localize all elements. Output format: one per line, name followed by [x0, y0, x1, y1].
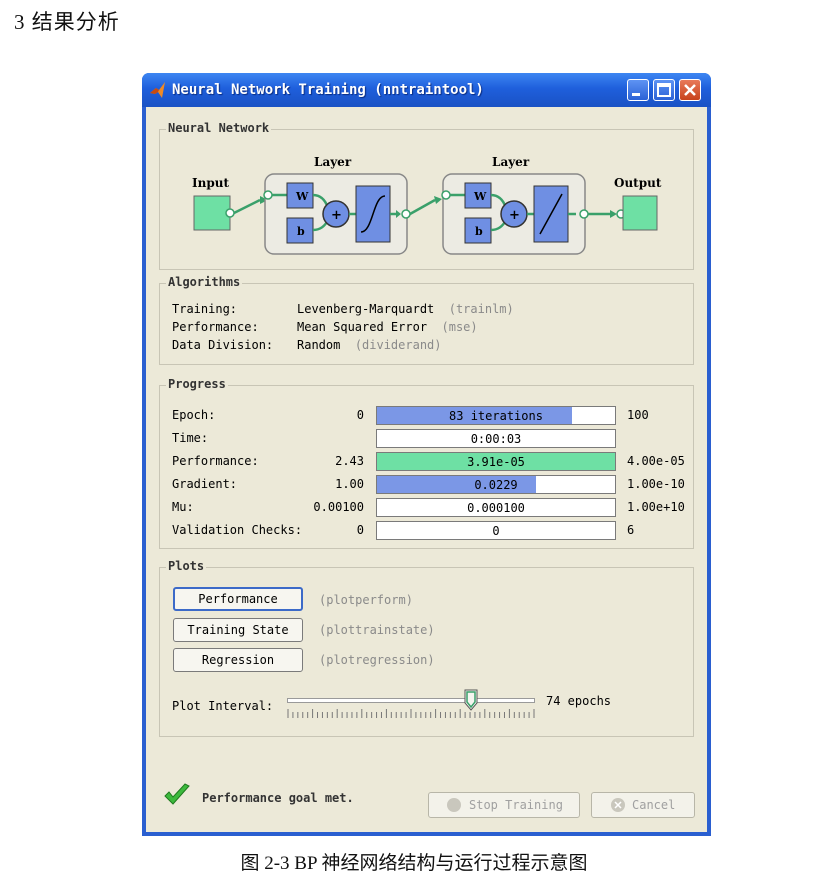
- progress-label: Validation Checks:: [172, 523, 303, 537]
- output-label: Output: [614, 176, 662, 190]
- layer1-label: Layer: [314, 155, 352, 169]
- layer1-output-port: [401, 209, 411, 219]
- progress-start-value: 0.00100: [313, 500, 364, 514]
- progress-bar: 0.000100: [376, 498, 616, 517]
- progress-bar: 0.0229: [376, 475, 616, 494]
- progress-bar-text: 83 iterations: [449, 409, 543, 423]
- minimize-icon: [632, 93, 640, 96]
- algorithm-label: Performance:: [172, 320, 259, 334]
- plot-regression-button[interactable]: Regression: [173, 648, 303, 672]
- document-heading: 3 结果分析: [14, 10, 120, 34]
- layer2-sum-label: +: [509, 208, 520, 223]
- maximize-icon: [657, 83, 671, 97]
- algorithm-label: Training:: [172, 302, 238, 316]
- cancel-button[interactable]: Cancel: [591, 792, 695, 818]
- cancel-icon: [611, 798, 625, 812]
- layer2-input-port: [441, 190, 451, 200]
- progress-group: Progress Epoch: 0 83 iterations 100 Time: 0:0…: [159, 377, 694, 549]
- progress-label: Time:: [172, 431, 209, 445]
- layer1-weight-label: W: [295, 190, 309, 203]
- plot-interval-value: 74 epochs: [546, 694, 612, 708]
- slider-track: [287, 698, 535, 703]
- plot-performance-fn: (plotperform): [319, 593, 413, 607]
- checkmark-icon: [164, 783, 190, 805]
- progress-start-value: 1.00: [335, 477, 364, 491]
- algorithm-value: Levenberg-Marquardt (trainlm): [297, 302, 514, 316]
- figure-caption: 图 2-3 BP 神经网络结构与运行过程示意图: [240, 853, 588, 874]
- window-client-area: Neural Network Input Layer W b + Layer W…: [146, 107, 707, 832]
- layer1-sum-label: +: [331, 208, 342, 223]
- plot-regression-fn: (plotregression): [319, 653, 435, 667]
- layer2-label: Layer: [492, 155, 530, 169]
- progress-end-value: 4.00e-05: [627, 454, 685, 468]
- plots-group: Plots Performance (plotperform) Training…: [159, 559, 694, 737]
- input-port: [225, 208, 235, 218]
- stop-training-button[interactable]: Stop Training: [428, 792, 580, 818]
- plot-training-state-button[interactable]: Training State: [173, 618, 303, 642]
- cancel-label: Cancel: [632, 798, 676, 812]
- progress-start-value: 2.43: [335, 454, 364, 468]
- progress-bar-text: 0.000100: [467, 501, 525, 515]
- algorithm-value: Mean Squared Error (mse): [297, 320, 478, 334]
- progress-start-value: 0: [356, 523, 364, 537]
- progress-label: Mu:: [172, 500, 194, 514]
- progress-bar-text: 0:00:03: [470, 432, 522, 446]
- stop-icon: [447, 798, 461, 812]
- algorithms-group-title: Algorithms: [166, 275, 243, 289]
- plots-group-title: Plots: [166, 559, 207, 573]
- progress-end-value: 6: [627, 523, 635, 537]
- algorithm-label: Data Division:: [172, 338, 274, 352]
- plot-performance-button[interactable]: Performance: [173, 587, 303, 611]
- stop-training-label: Stop Training: [469, 798, 563, 812]
- status-message: Performance goal met.: [202, 791, 354, 805]
- nntraintool-window: Neural Network Training (nntraintool) Ne…: [142, 73, 711, 836]
- plot-interval-label: Plot Interval:: [172, 699, 274, 713]
- window-title: Neural Network Training (nntraintool): [172, 82, 484, 98]
- output-block: [622, 195, 658, 231]
- progress-label: Gradient:: [172, 477, 238, 491]
- input-label: Input: [192, 176, 229, 190]
- layer2-weight-label: W: [473, 190, 487, 203]
- neural-network-group: Neural Network Input Layer W b + Layer W…: [159, 121, 694, 270]
- progress-group-title: Progress: [166, 377, 228, 391]
- network-diagram: Input Layer W b + Layer W b + Output: [192, 155, 662, 255]
- close-button[interactable]: [679, 79, 701, 101]
- algorithms-group: Algorithms Training: Levenberg-Marquardt…: [159, 275, 694, 365]
- plot-training-state-fn: (plottrainstate): [319, 623, 435, 637]
- layer1-input-port: [263, 190, 273, 200]
- plot-interval-slider[interactable]: [287, 688, 535, 722]
- title-bar[interactable]: Neural Network Training (nntraintool): [142, 73, 711, 107]
- minimize-button[interactable]: [627, 79, 649, 101]
- close-icon: [684, 84, 696, 96]
- progress-bar-text: 3.91e-05: [467, 455, 525, 469]
- progress-bar: 3.91e-05: [376, 452, 616, 471]
- input-block: [193, 195, 231, 231]
- progress-bar-text: 0.0229: [474, 478, 518, 492]
- progress-bar: 83 iterations: [376, 406, 616, 425]
- progress-bar: 0: [376, 521, 616, 540]
- progress-start-value: 0: [356, 408, 364, 422]
- layer2-bias-label: b: [475, 225, 483, 238]
- layer1-bias-label: b: [297, 225, 305, 238]
- progress-end-value: 1.00e-10: [627, 477, 685, 491]
- algorithm-value: Random (dividerand): [297, 338, 442, 352]
- matlab-logo-icon: [150, 82, 165, 98]
- slider-ticks: [287, 709, 535, 718]
- maximize-button[interactable]: [653, 79, 675, 101]
- progress-label: Epoch:: [172, 408, 216, 422]
- progress-bar: 0:00:03: [376, 429, 616, 448]
- layer2-output-port: [579, 209, 589, 219]
- slider-thumb[interactable]: [464, 689, 478, 711]
- progress-end-value: 1.00e+10: [627, 500, 685, 514]
- progress-label: Performance:: [172, 454, 259, 468]
- progress-bar-text: 0: [492, 524, 500, 538]
- progress-end-value: 100: [627, 408, 649, 422]
